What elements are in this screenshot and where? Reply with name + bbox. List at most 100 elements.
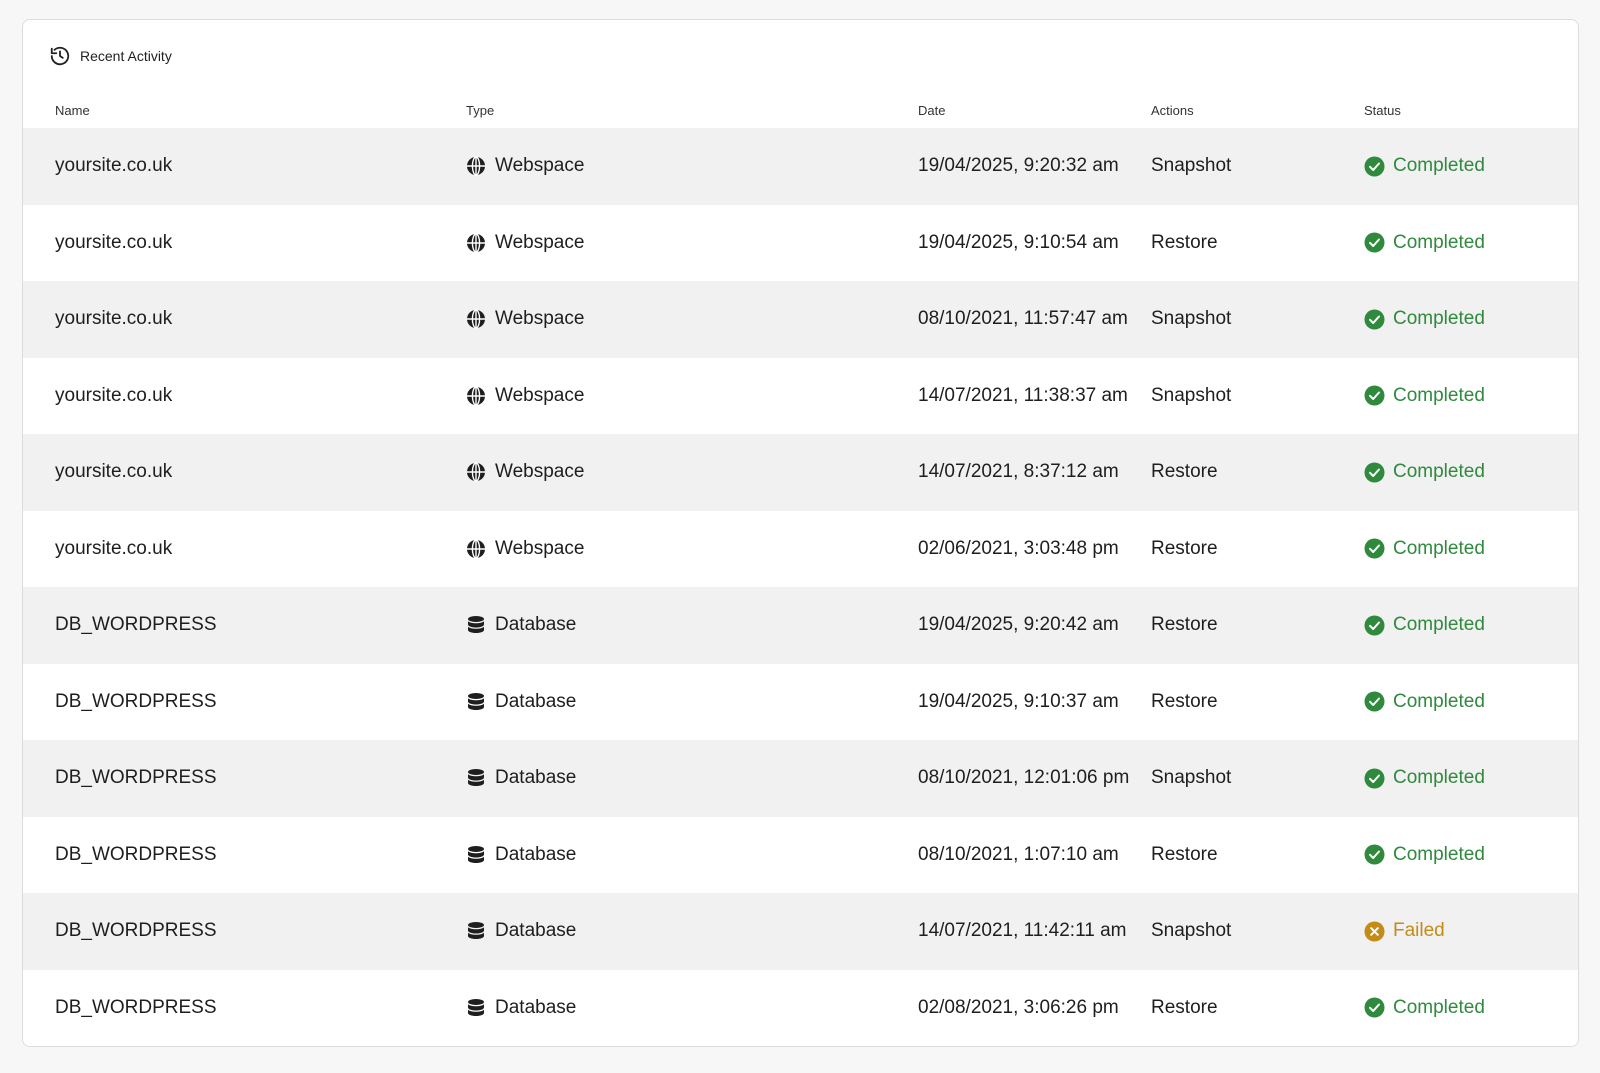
- row-date: 19/04/2025, 9:20:32 am: [918, 155, 1119, 177]
- globe-icon: [466, 386, 486, 406]
- row-name: DB_WORDPRESS: [55, 996, 217, 1018]
- row-action: Restore: [1151, 537, 1218, 559]
- row-type: Webspace: [466, 308, 584, 330]
- row-action: Restore: [1151, 614, 1218, 636]
- row-action: Snapshot: [1151, 308, 1232, 330]
- table-body: yoursite.co.uk Webspace 19/04/2025, 9:20…: [23, 128, 1578, 1046]
- row-status: Completed: [1364, 232, 1485, 254]
- row-date: 19/04/2025, 9:10:37 am: [918, 690, 1119, 712]
- column-header-name[interactable]: Name: [55, 103, 90, 118]
- database-icon: [466, 692, 486, 712]
- table-row[interactable]: yoursite.co.uk Webspace 14/07/2021, 11:3…: [23, 357, 1578, 434]
- row-date: 08/10/2021, 11:57:47 am: [918, 308, 1128, 330]
- row-type-label: Database: [495, 690, 577, 712]
- row-date: 14/07/2021, 11:38:37 am: [918, 384, 1128, 406]
- check-circle-icon: [1364, 691, 1385, 712]
- row-type-label: Webspace: [495, 384, 585, 406]
- row-status-label: Completed: [1393, 614, 1485, 636]
- row-status-label: Completed: [1393, 384, 1485, 406]
- row-type-label: Database: [495, 996, 577, 1018]
- row-name: yoursite.co.uk: [55, 384, 173, 406]
- row-status: Completed: [1364, 691, 1485, 713]
- row-type: Webspace: [466, 155, 584, 177]
- row-action: Restore: [1151, 461, 1218, 483]
- database-icon: [466, 768, 486, 788]
- row-status: Completed: [1364, 844, 1485, 866]
- row-action: Restore: [1151, 690, 1218, 712]
- table-row[interactable]: yoursite.co.uk Webspace 19/04/2025, 9:20…: [23, 128, 1578, 205]
- row-type: Database: [466, 767, 576, 789]
- row-type-label: Webspace: [495, 231, 585, 253]
- database-icon: [466, 845, 486, 865]
- row-status: Failed: [1364, 920, 1445, 942]
- row-name: yoursite.co.uk: [55, 537, 173, 559]
- table-row[interactable]: DB_WORDPRESS Database 14/07/2021, 11:42:…: [23, 893, 1578, 970]
- row-date: 02/06/2021, 3:03:48 pm: [918, 537, 1119, 559]
- table-row[interactable]: DB_WORDPRESS Database 08/10/2021, 1:07:1…: [23, 816, 1578, 893]
- column-header-date[interactable]: Date: [918, 103, 945, 118]
- row-status: Completed: [1364, 538, 1485, 560]
- row-action: Restore: [1151, 996, 1218, 1018]
- globe-icon: [466, 462, 486, 482]
- row-date: 08/10/2021, 1:07:10 am: [918, 843, 1119, 865]
- check-circle-icon: [1364, 768, 1385, 789]
- table-row[interactable]: yoursite.co.uk Webspace 08/10/2021, 11:5…: [23, 281, 1578, 358]
- row-type: Webspace: [466, 461, 584, 483]
- check-circle-icon: [1364, 844, 1385, 865]
- row-type-label: Database: [495, 614, 577, 636]
- row-date: 19/04/2025, 9:20:42 am: [918, 614, 1119, 636]
- card-title: Recent Activity: [80, 48, 172, 64]
- row-status: Completed: [1364, 155, 1485, 177]
- table-row[interactable]: DB_WORDPRESS Database 08/10/2021, 12:01:…: [23, 740, 1578, 817]
- row-date: 14/07/2021, 8:37:12 am: [918, 461, 1119, 483]
- row-name: yoursite.co.uk: [55, 461, 173, 483]
- row-action: Snapshot: [1151, 384, 1232, 406]
- table-row[interactable]: DB_WORDPRESS Database 02/08/2021, 3:06:2…: [23, 969, 1578, 1046]
- globe-icon: [466, 156, 486, 176]
- row-status-label: Completed: [1393, 843, 1485, 865]
- row-status: Completed: [1364, 997, 1485, 1019]
- table-row[interactable]: DB_WORDPRESS Database 19/04/2025, 9:20:4…: [23, 587, 1578, 664]
- x-circle-icon: [1364, 921, 1385, 942]
- table-row[interactable]: yoursite.co.uk Webspace 19/04/2025, 9:10…: [23, 204, 1578, 281]
- row-type-label: Database: [495, 920, 577, 942]
- row-date: 08/10/2021, 12:01:06 pm: [918, 767, 1130, 789]
- table-row[interactable]: yoursite.co.uk Webspace 14/07/2021, 8:37…: [23, 434, 1578, 511]
- row-name: yoursite.co.uk: [55, 155, 173, 177]
- table-header: Name Type Date Actions Status: [23, 92, 1578, 128]
- row-status-label: Completed: [1393, 996, 1485, 1018]
- row-name: DB_WORDPRESS: [55, 920, 217, 942]
- row-date: 19/04/2025, 9:10:54 am: [918, 231, 1119, 253]
- check-circle-icon: [1364, 232, 1385, 253]
- database-icon: [466, 998, 486, 1018]
- row-status-label: Completed: [1393, 461, 1485, 483]
- table-row[interactable]: yoursite.co.uk Webspace 02/06/2021, 3:03…: [23, 510, 1578, 587]
- row-type: Database: [466, 614, 576, 636]
- card-header: Recent Activity: [23, 20, 1578, 92]
- row-status-label: Completed: [1393, 155, 1485, 177]
- column-header-status[interactable]: Status: [1364, 103, 1401, 118]
- history-icon: [49, 45, 71, 67]
- check-circle-icon: [1364, 615, 1385, 636]
- table-row[interactable]: DB_WORDPRESS Database 19/04/2025, 9:10:3…: [23, 663, 1578, 740]
- database-icon: [466, 615, 486, 635]
- row-status-label: Completed: [1393, 537, 1485, 559]
- row-status-label: Completed: [1393, 690, 1485, 712]
- row-type: Database: [466, 844, 576, 866]
- globe-icon: [466, 309, 486, 329]
- recent-activity-card: Recent Activity Name Type Date Actions S…: [22, 19, 1579, 1047]
- row-date: 02/08/2021, 3:06:26 pm: [918, 996, 1119, 1018]
- row-name: DB_WORDPRESS: [55, 843, 217, 865]
- check-circle-icon: [1364, 385, 1385, 406]
- row-status-label: Completed: [1393, 308, 1485, 330]
- row-status: Completed: [1364, 767, 1485, 789]
- row-status-label: Completed: [1393, 767, 1485, 789]
- column-header-type[interactable]: Type: [466, 103, 494, 118]
- row-name: DB_WORDPRESS: [55, 690, 217, 712]
- row-type: Database: [466, 997, 576, 1019]
- check-circle-icon: [1364, 462, 1385, 483]
- row-type-label: Webspace: [495, 308, 585, 330]
- column-header-actions[interactable]: Actions: [1151, 103, 1194, 118]
- row-action: Snapshot: [1151, 767, 1232, 789]
- row-name: DB_WORDPRESS: [55, 767, 217, 789]
